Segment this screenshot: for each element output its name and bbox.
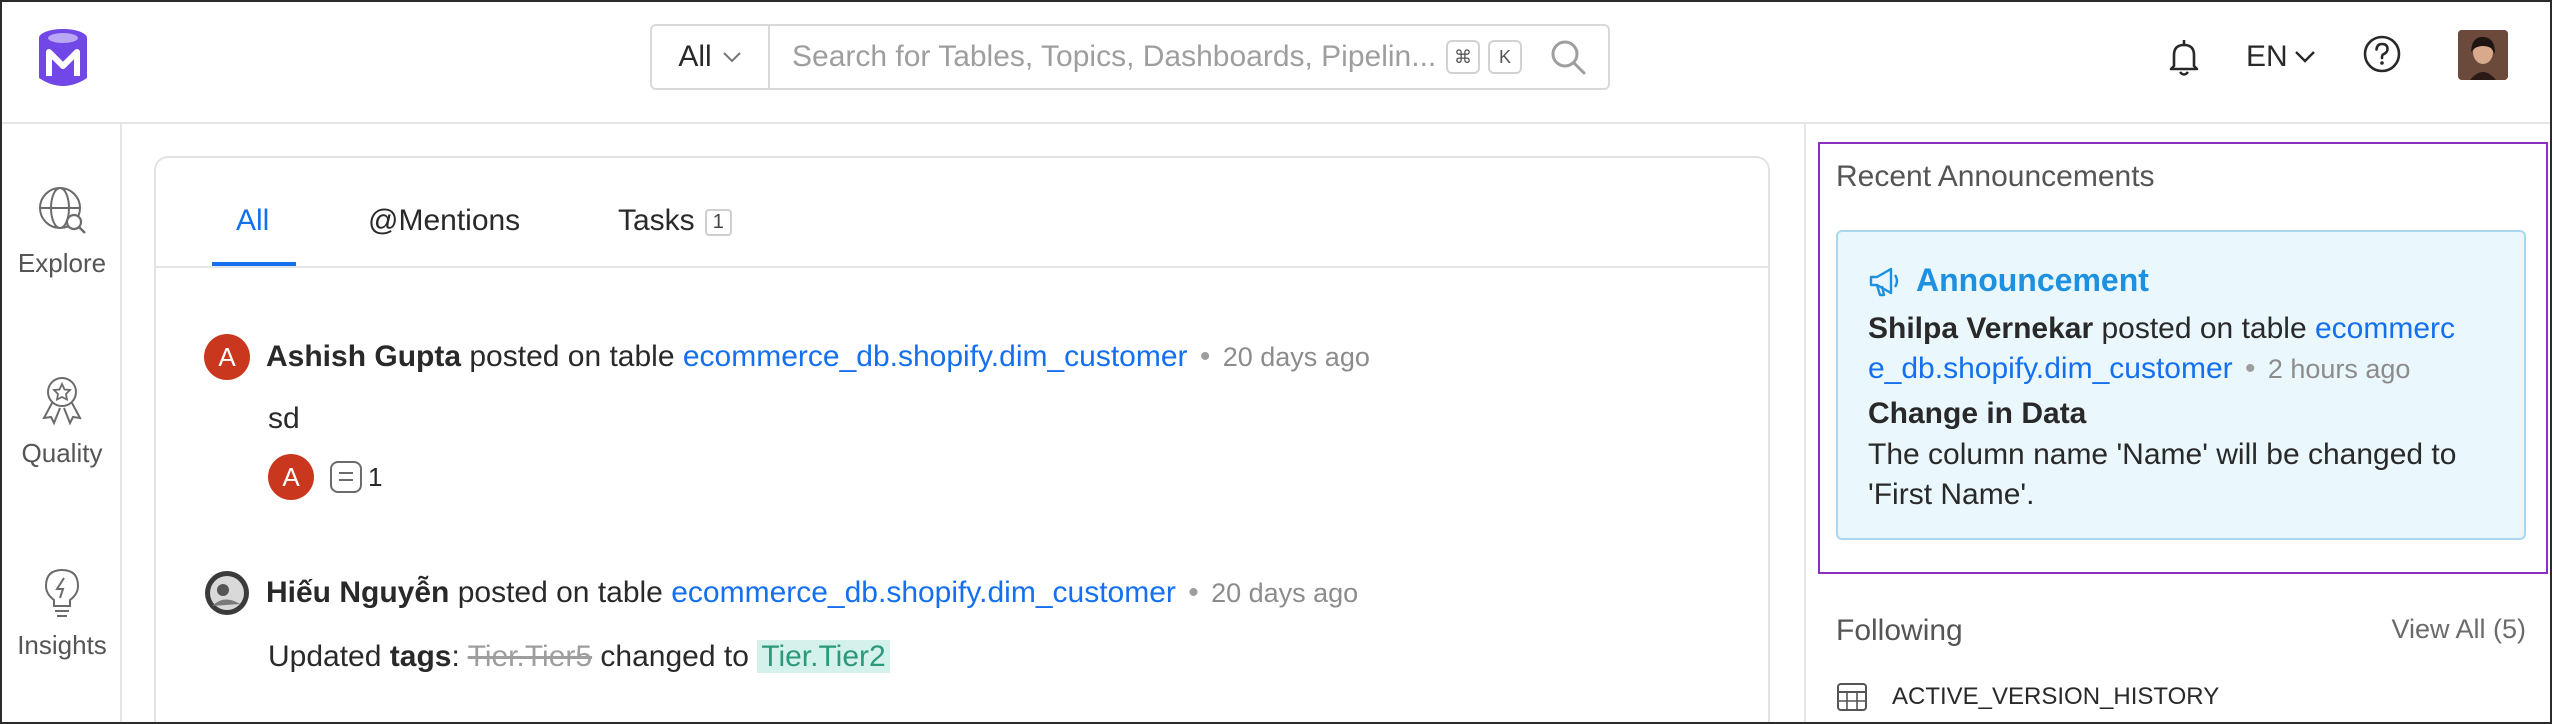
global-search: All ⌘ K bbox=[650, 24, 1610, 90]
post-action: posted on table bbox=[457, 576, 663, 609]
old-tag-value: Tier.Tier5 bbox=[467, 640, 593, 673]
sidebar-item-quality[interactable]: Quality bbox=[2, 372, 122, 469]
feed-tabs: All @Mentions Tasks 1 bbox=[156, 158, 1768, 268]
post-change-message: Updated tags: Tier.Tier5 changed to Tier… bbox=[268, 640, 1704, 674]
table-icon bbox=[1837, 683, 1867, 711]
post-byline: Ashish Gupta posted on table ecommerce_d… bbox=[266, 340, 1370, 374]
following-header: Following View All (5) bbox=[1836, 614, 2526, 648]
tab-mentions[interactable]: @Mentions bbox=[368, 204, 520, 238]
reply-avatar: A bbox=[268, 454, 314, 500]
user-photo-icon bbox=[2458, 30, 2508, 80]
following-title: Following bbox=[1836, 614, 1963, 647]
chevron-down-icon bbox=[2294, 51, 2315, 63]
announcement-label: Announcement bbox=[1916, 262, 2149, 298]
help-icon[interactable] bbox=[2362, 34, 2402, 74]
bell-icon[interactable] bbox=[2162, 36, 2206, 80]
announcement-action: posted on table bbox=[2101, 312, 2307, 345]
chevron-down-icon bbox=[722, 52, 741, 63]
sidebar-item-label: Explore bbox=[17, 248, 107, 278]
top-navbar: All ⌘ K EN bbox=[2, 2, 2550, 124]
megaphone-icon bbox=[1869, 267, 1899, 296]
announcement-author[interactable]: Shilpa Vernekar bbox=[1868, 312, 2093, 345]
separator-dot: • bbox=[1199, 340, 1211, 373]
right-panel: Recent Announcements Announcement Shilpa… bbox=[1804, 124, 2550, 722]
following-item-label: ACTIVE_VERSION_HISTORY bbox=[1892, 683, 2220, 710]
announcement-header: Announcement bbox=[1868, 262, 2494, 299]
reply-count: 1 bbox=[368, 461, 383, 492]
change-field: tags bbox=[389, 640, 452, 673]
post-action: posted on table bbox=[469, 340, 675, 373]
kbd-k: K bbox=[1488, 40, 1522, 74]
feed-post: Hiếu Nguyễn posted on table ecommerce_db… bbox=[204, 570, 1704, 674]
quality-badge-icon bbox=[42, 377, 82, 426]
entity-link[interactable]: ecommerce_db.shopify.dim_customer bbox=[671, 576, 1176, 609]
new-tag-value: Tier.Tier2 bbox=[757, 640, 890, 673]
announcement-timestamp: 2 hours ago bbox=[2267, 354, 2411, 384]
post-replies[interactable]: A 1 bbox=[268, 454, 1704, 500]
reply-count-group: 1 bbox=[328, 459, 382, 495]
left-sidebar: Explore Quality Insights bbox=[2, 124, 122, 722]
entity-link[interactable]: ecommerce_db.shopify.dim_customer bbox=[683, 340, 1188, 373]
search-input[interactable] bbox=[770, 26, 1446, 88]
avatar[interactable]: A bbox=[204, 334, 250, 380]
post-timestamp: 20 days ago bbox=[1211, 578, 1359, 608]
announcement-byline: Shilpa Vernekar posted on table ecommerc… bbox=[1868, 309, 2494, 389]
tab-all[interactable]: All bbox=[236, 204, 269, 238]
search-filter-dropdown[interactable]: All bbox=[652, 26, 770, 88]
openmetadata-logo[interactable] bbox=[36, 28, 90, 90]
user-avatar[interactable] bbox=[2458, 30, 2508, 80]
tab-tasks-label: Tasks bbox=[618, 204, 695, 237]
announcements-title: Recent Announcements bbox=[1836, 160, 2155, 193]
announcement-text: The column name 'Name' will be changed t… bbox=[1868, 438, 2457, 511]
feed-post: A Ashish Gupta posted on table ecommerce… bbox=[204, 334, 1704, 500]
active-tab-indicator bbox=[212, 262, 296, 266]
announcement-subject: Change in Data bbox=[1868, 397, 2087, 430]
post-timestamp: 20 days ago bbox=[1222, 342, 1370, 372]
kbd-cmd: ⌘ bbox=[1446, 40, 1480, 74]
separator-dot: • bbox=[1188, 576, 1199, 609]
view-all-link[interactable]: View All (5) bbox=[2391, 614, 2526, 648]
separator-dot: • bbox=[2244, 352, 2256, 385]
changed-to-text: changed to bbox=[600, 640, 749, 673]
post-message: sd bbox=[268, 402, 300, 435]
tasks-count-badge: 1 bbox=[704, 208, 732, 236]
sidebar-item-insights[interactable]: Insights bbox=[2, 564, 122, 661]
insights-bulb-icon bbox=[44, 568, 80, 617]
sidebar-item-explore[interactable]: Explore bbox=[2, 182, 122, 279]
sidebar-item-label: Quality bbox=[21, 438, 103, 468]
post-header: Hiếu Nguyễn posted on table ecommerce_db… bbox=[204, 570, 1704, 616]
language-label: EN bbox=[2246, 40, 2288, 73]
avatar[interactable] bbox=[204, 570, 250, 616]
change-colon: : bbox=[451, 640, 460, 673]
post-author[interactable]: Ashish Gupta bbox=[266, 340, 461, 373]
language-selector[interactable]: EN bbox=[2246, 40, 2316, 74]
announcement-card[interactable]: Announcement Shilpa Vernekar posted on t… bbox=[1836, 230, 2526, 540]
post-author[interactable]: Hiếu Nguyễn bbox=[266, 576, 449, 609]
following-item[interactable]: ACTIVE_VERSION_HISTORY bbox=[1836, 682, 2219, 712]
search-filter-label: All bbox=[678, 40, 712, 73]
change-prefix: Updated bbox=[268, 640, 382, 673]
search-icon[interactable] bbox=[1548, 37, 1588, 77]
app-frame: All ⌘ K EN bbox=[0, 0, 2552, 724]
tab-tasks[interactable]: Tasks 1 bbox=[618, 204, 732, 238]
activity-feed-panel: All @Mentions Tasks 1 A Ashish Gupta post… bbox=[154, 156, 1770, 722]
comment-icon bbox=[330, 461, 362, 493]
sidebar-item-label: Insights bbox=[17, 630, 107, 660]
post-header: A Ashish Gupta posted on table ecommerce… bbox=[204, 334, 1704, 380]
post-byline: Hiếu Nguyễn posted on table ecommerce_db… bbox=[266, 576, 1358, 610]
explore-globe-icon bbox=[39, 187, 86, 234]
